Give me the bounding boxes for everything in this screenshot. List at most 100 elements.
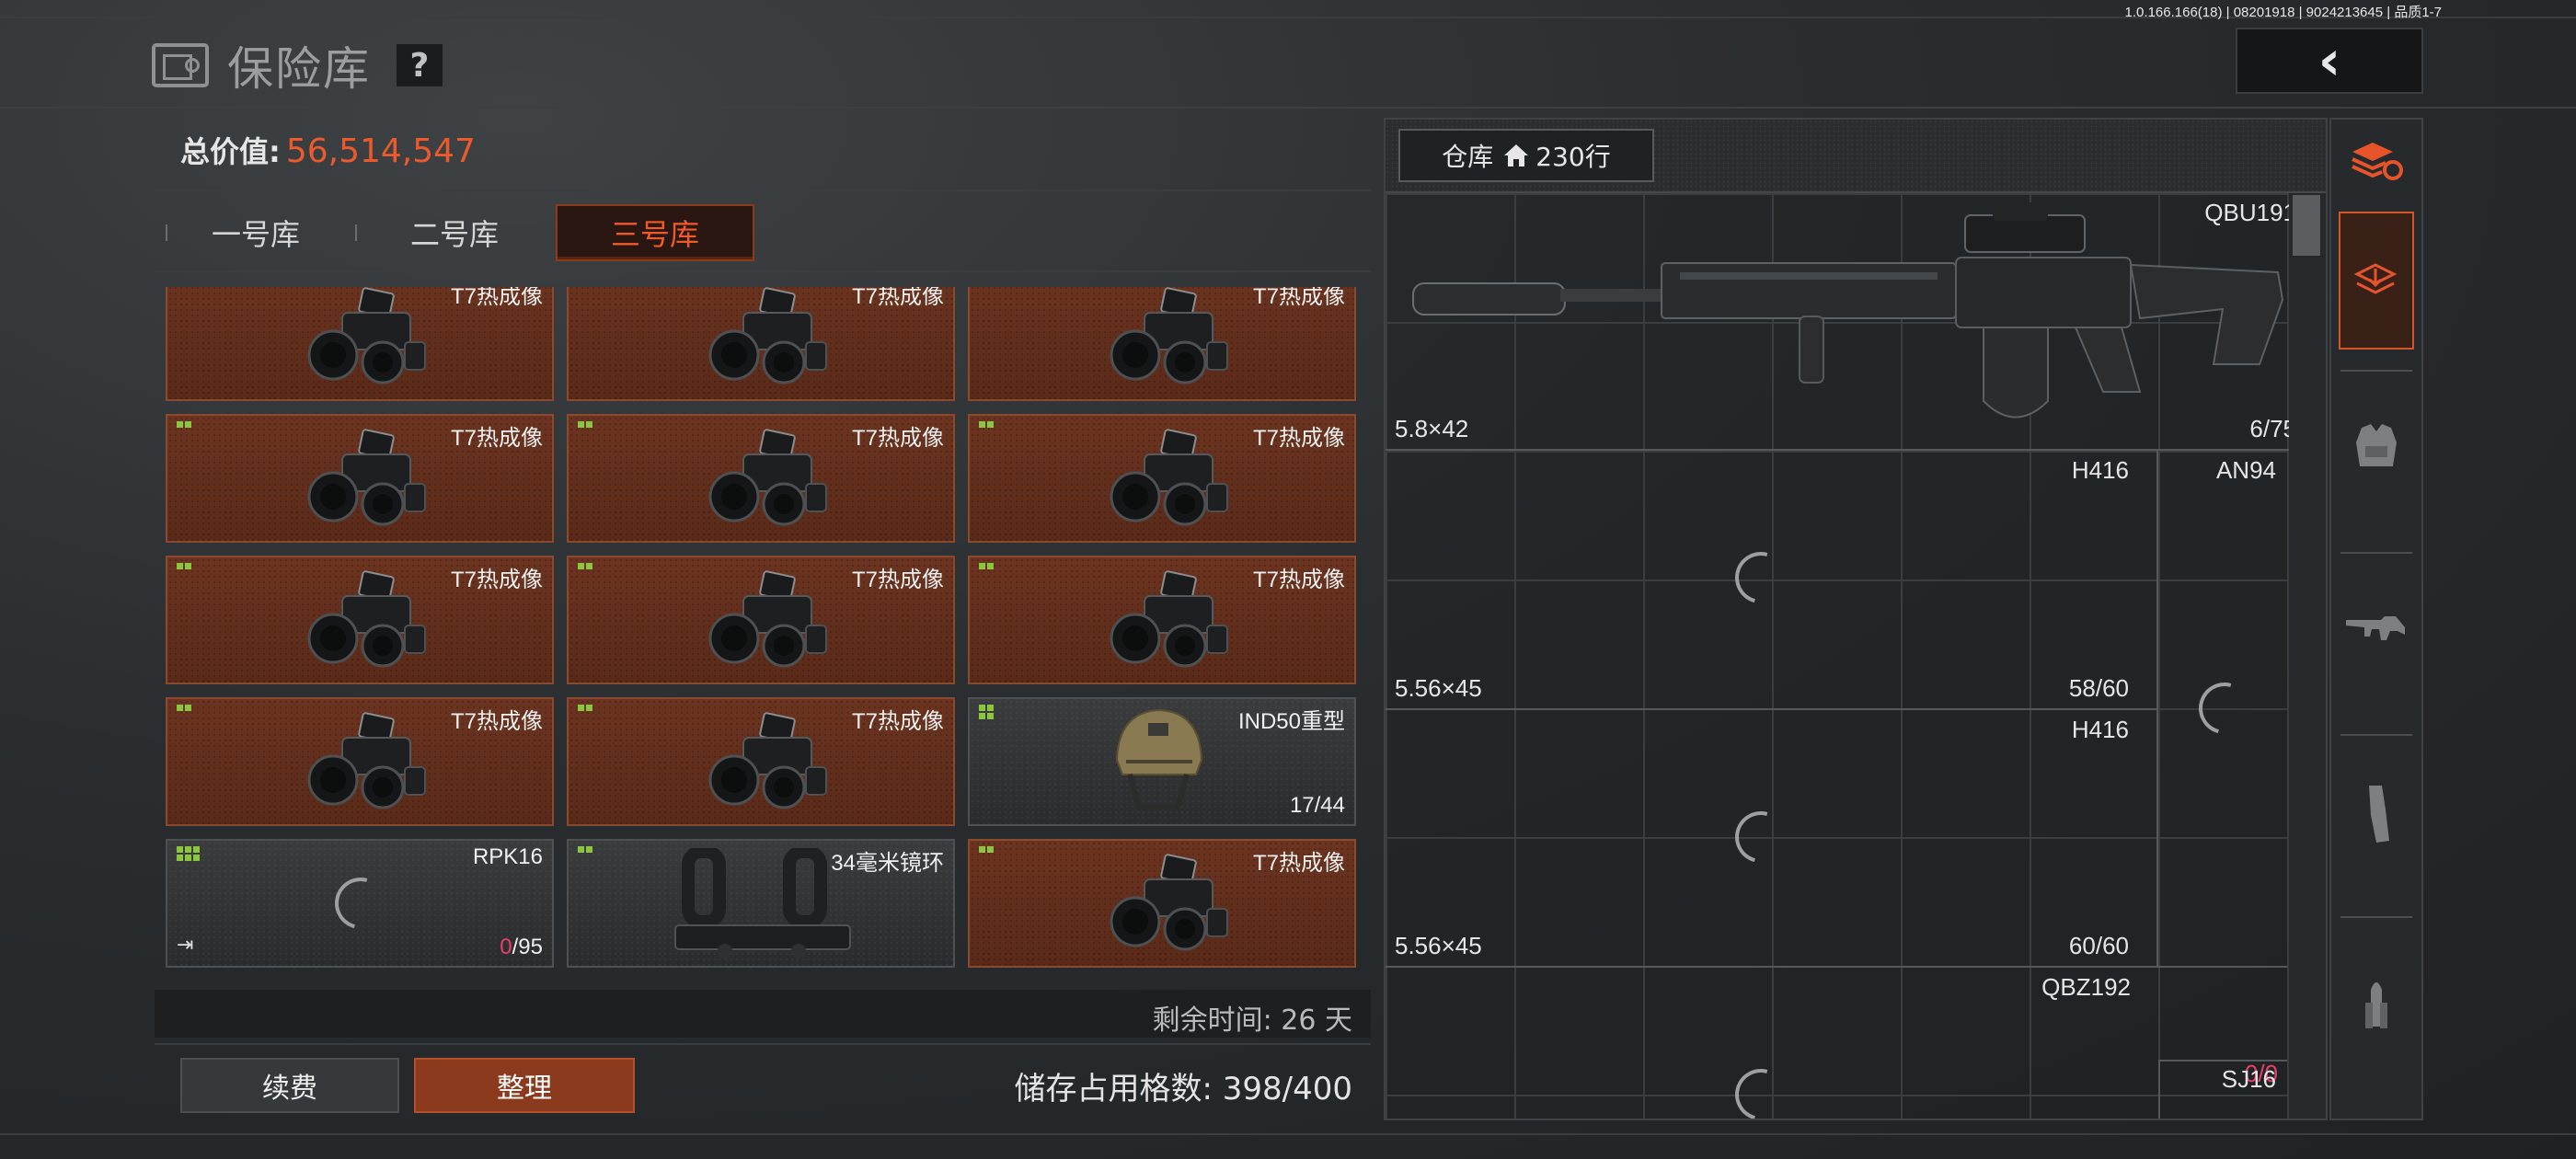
vault-item-slot[interactable]: IND50重型 17/44 [968, 697, 1356, 826]
ammo-caliber: 5.8×42 [1395, 415, 1469, 442]
rail-item-vault-transfer[interactable] [2339, 212, 2414, 350]
vault-item-slot[interactable]: RPK16 0/95 ⇥ [166, 839, 554, 968]
rail-item-rifle[interactable] [2331, 570, 2421, 690]
vault-item-slot[interactable]: T7热成像 [166, 697, 554, 826]
ammo-icon [2365, 982, 2387, 1028]
item-name: T7热成像 [1252, 568, 1345, 592]
item-name: T7热成像 [851, 426, 944, 451]
remaining-time: 剩余时间: 26 天 [1152, 1004, 1352, 1037]
weapon-slot-sj16[interactable]: SJ16 [2158, 1060, 2287, 1119]
weapon-slot-an94[interactable]: AN94 [2158, 451, 2287, 968]
warehouse-tab[interactable]: 仓库 230行 [1398, 129, 1654, 182]
vault-item-slot[interactable]: T7热成像 [166, 287, 554, 401]
item-count-current: 0 [500, 935, 512, 959]
back-button[interactable]: ‹ [2236, 28, 2423, 94]
vault-item-slot[interactable]: T7热成像 [567, 287, 955, 401]
tab-vault-2[interactable]: 二号库 [357, 204, 552, 261]
thermal-scope-icon [708, 287, 827, 384]
page-title: 保险库 [227, 42, 371, 96]
warehouse-panel: 仓库 230行 QBU191 5.8×42 6/75 H416 5.56×45 … [1384, 118, 2328, 1120]
tab-vault-3[interactable]: 三号库 [556, 204, 754, 261]
thermal-scope-icon [307, 712, 426, 809]
item-name: T7热成像 [450, 287, 543, 309]
helmet-icon [1115, 708, 1203, 810]
item-name: T7热成像 [851, 568, 944, 592]
category-rail [2329, 118, 2423, 1120]
scope-mount-icon [674, 848, 851, 958]
header-divider [0, 107, 2576, 109]
vault-item-slot[interactable]: T7热成像 [968, 556, 1356, 684]
weapon-slot-h416[interactable]: H416 5.56×45 58/60 [1386, 451, 2158, 710]
size-indicator [177, 846, 200, 861]
vault-item-slot[interactable]: T7热成像 [968, 839, 1356, 968]
tab-vault-1[interactable]: 一号库 [167, 204, 344, 261]
tabs-divider-bottom [155, 270, 1371, 272]
loading-icon [2189, 672, 2260, 744]
vault-item-slot[interactable]: T7热成像 [968, 287, 1356, 401]
vault-item-slot[interactable]: T7热成像 [567, 414, 955, 543]
rail-item-magazine[interactable] [2331, 754, 2421, 874]
item-name: T7热成像 [1252, 287, 1345, 309]
help-button[interactable]: ? [397, 44, 443, 86]
loading-icon [1725, 801, 1797, 873]
vault-footer-divider [155, 1043, 1371, 1045]
total-value-row: 总价值: 56,514,547 [180, 129, 476, 171]
item-name: T7热成像 [1252, 851, 1345, 876]
rail-item-vest[interactable] [2331, 386, 2421, 506]
rail-item-ammo[interactable] [2331, 935, 2421, 1073]
vault-item-slot[interactable]: T7热成像 [567, 697, 955, 826]
weapon-slot-h416-2[interactable]: H416 5.56×45 60/60 [1386, 710, 2158, 968]
thermal-scope-icon [1110, 429, 1228, 526]
sort-button[interactable]: 整理 [414, 1058, 635, 1113]
weapon-slot-qbz192[interactable]: QBZ192 0/0 [1386, 968, 2287, 1119]
vault-transfer-icon [2353, 263, 2398, 294]
item-count: 17/44 [1289, 793, 1345, 818]
thermal-scope-icon [307, 429, 426, 526]
ammo-count: 58/60 [2068, 674, 2129, 702]
thermal-scope-icon [708, 570, 827, 668]
exit-icon[interactable]: ⇥ [177, 934, 193, 957]
item-name: T7热成像 [851, 287, 944, 309]
stack-refresh-button[interactable] [2331, 123, 2421, 197]
item-name: IND50重型 [1237, 709, 1345, 734]
rifle-icon [2346, 616, 2405, 640]
loading-icon [1725, 1059, 1797, 1119]
rail-divider [2340, 916, 2412, 918]
home-icon [1504, 144, 1529, 166]
item-name: T7热成像 [450, 709, 543, 734]
weapon-name: H416 [2071, 716, 2129, 743]
ammo-count: 60/60 [2068, 932, 2129, 959]
size-indicator [578, 705, 592, 711]
ammo-caliber: 5.56×45 [1395, 932, 1482, 959]
size-indicator [979, 846, 994, 853]
vault-item-slot[interactable]: T7热成像 [968, 414, 1356, 543]
item-count: 0/95 [500, 935, 543, 960]
vault-item-slot[interactable]: T7热成像 [166, 556, 554, 684]
item-name: 34毫米镜环 [831, 851, 944, 876]
vault-item-grid: T7热成像 T7热成像 T7热成像 T7热成像 T7热成像 T7热成像 T7热成像 T7热成像… [166, 287, 1371, 1085]
total-value-amount: 56,514,547 [285, 132, 476, 170]
thermal-scope-icon [307, 570, 426, 668]
safe-icon [152, 43, 209, 87]
page-header: 保险库 ? [152, 33, 443, 98]
tabs-divider-top [155, 189, 1371, 191]
vault-tabs: 一号库 二号库 三号库 [155, 204, 754, 261]
warehouse-scrollbar[interactable] [2289, 193, 2326, 1119]
weapon-name: SJ16 [2221, 1065, 2276, 1093]
vault-item-slot[interactable]: T7热成像 [166, 414, 554, 543]
renew-button[interactable]: 续费 [180, 1058, 399, 1113]
vault-item-slot[interactable]: T7热成像 [567, 556, 955, 684]
chevron-left-icon: ‹ [2317, 29, 2341, 93]
total-value-label: 总价值: [180, 134, 281, 169]
item-name: T7热成像 [1252, 426, 1345, 451]
weapon-slot-qbu191[interactable]: QBU191 5.8×42 6/75 [1386, 193, 2306, 451]
vault-item-slot[interactable]: 34毫米镜环 [567, 839, 955, 968]
rail-divider [2340, 552, 2412, 554]
warehouse-grid: QBU191 5.8×42 6/75 H416 5.56×45 58/60 AN… [1386, 193, 2306, 1119]
warehouse-tab-rows: 230行 [1535, 142, 1611, 172]
vault-panel: 总价值: 56,514,547 一号库 二号库 三号库 T7热成像 T7热成像 T7… [155, 116, 1371, 1119]
version-text: 1.0.166.166(18) | 08201918 | 9024213645 … [2124, 5, 2442, 20]
rail-divider [2340, 370, 2412, 372]
scrollbar-thumb[interactable] [2293, 195, 2320, 256]
size-indicator [578, 421, 592, 428]
